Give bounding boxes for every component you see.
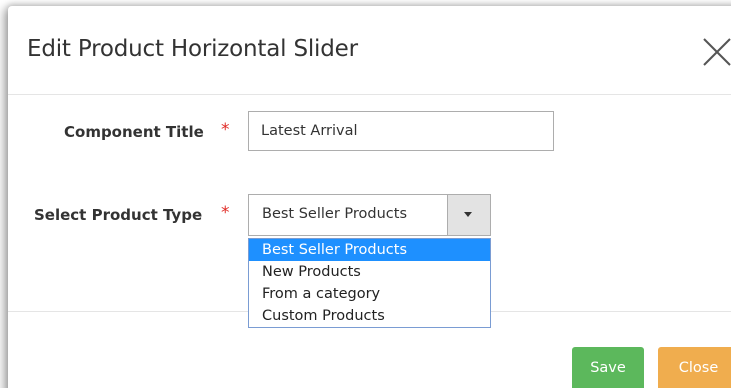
screen: Edit Product Horizontal Slider Component…: [0, 0, 731, 388]
product-type-selected-value: Best Seller Products: [262, 206, 407, 222]
dialog-header: Edit Product Horizontal Slider: [8, 6, 731, 95]
dropdown-option-new-products[interactable]: New Products: [249, 261, 490, 283]
edit-slider-dialog: Edit Product Horizontal Slider Component…: [8, 6, 731, 388]
required-marker: *: [221, 120, 230, 140]
close-icon[interactable]: [701, 36, 731, 68]
chevron-down-icon: [464, 212, 472, 217]
component-title-label: Component Title: [64, 123, 204, 141]
save-button[interactable]: Save: [572, 347, 644, 388]
component-title-input[interactable]: [248, 111, 554, 151]
product-type-dropdown-list: Best Seller Products New Products From a…: [248, 238, 491, 328]
dropdown-option-from-category[interactable]: From a category: [249, 283, 490, 305]
dropdown-toggle-button[interactable]: [447, 195, 490, 235]
dialog-title: Edit Product Horizontal Slider: [27, 36, 358, 62]
dropdown-option-best-seller[interactable]: Best Seller Products: [249, 239, 490, 261]
close-button[interactable]: Close: [658, 347, 731, 388]
dropdown-option-custom-products[interactable]: Custom Products: [249, 305, 490, 327]
product-type-label: Select Product Type: [34, 206, 203, 224]
product-type-select[interactable]: Best Seller Products: [248, 194, 491, 236]
required-marker: *: [221, 203, 230, 223]
